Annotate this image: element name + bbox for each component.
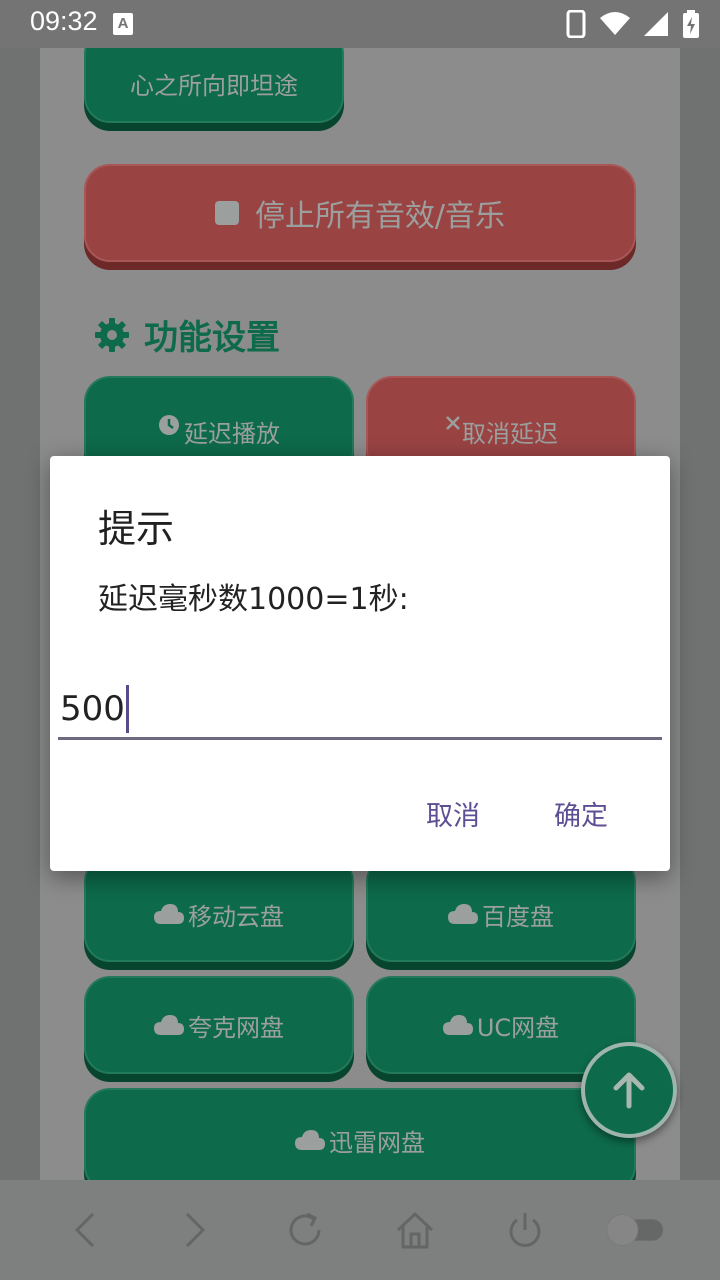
power-icon xyxy=(509,1213,541,1247)
refresh-icon xyxy=(289,1212,321,1246)
home-button[interactable] xyxy=(385,1200,445,1260)
cancel-delay-label: 取消延迟 xyxy=(462,420,558,448)
notification-a-icon: A xyxy=(113,13,133,35)
cancel-button[interactable]: 取消 xyxy=(426,794,480,833)
stop-all-label: 停止所有音效/音乐 xyxy=(254,199,506,234)
text-caret xyxy=(125,684,129,733)
bottom-nav xyxy=(0,1180,720,1280)
chevron-right-icon xyxy=(185,1212,206,1248)
chevron-left-icon xyxy=(74,1212,95,1248)
back-button[interactable] xyxy=(55,1200,115,1260)
status-time: 09:32 xyxy=(30,6,98,36)
dialog-title: 提示 xyxy=(98,507,175,551)
power-button[interactable] xyxy=(495,1200,555,1260)
cloud-icon xyxy=(154,904,184,924)
status-bar: 09:32 A xyxy=(0,0,720,48)
section-title: 功能设置 xyxy=(94,310,280,359)
delay-ms-value: 500 xyxy=(60,688,125,729)
ok-button[interactable]: 确定 xyxy=(554,794,608,833)
baidu-pan-label: 百度盘 xyxy=(482,902,554,931)
toggle-icon xyxy=(606,1214,664,1246)
scroll-top-button[interactable] xyxy=(581,1042,677,1138)
gear-icon xyxy=(95,317,129,352)
battery-charging-icon xyxy=(683,10,699,38)
dialog-message: 延迟毫秒数1000=1秒: xyxy=(98,582,409,617)
signal-icon xyxy=(644,12,668,36)
section-title-label: 功能设置 xyxy=(144,318,280,358)
top-partial-button[interactable]: 心之所向即坦途 xyxy=(84,48,344,123)
top-partial-label: 心之所向即坦途 xyxy=(130,72,298,100)
status-icons xyxy=(566,8,700,40)
delay-play-label: 延迟播放 xyxy=(184,420,280,448)
uc-pan-label: UC网盘 xyxy=(476,1013,560,1042)
phone-icon xyxy=(566,10,586,38)
close-icon xyxy=(444,414,462,432)
baidu-pan-button[interactable]: 百度盘 xyxy=(366,856,636,962)
home-icon xyxy=(396,1211,434,1249)
cloud-icon xyxy=(154,1015,184,1035)
toggle-switch[interactable] xyxy=(605,1200,665,1260)
prompt-dialog: 提示 延迟毫秒数1000=1秒: 500 取消 确定 xyxy=(50,456,670,871)
quark-pan-label: 夸克网盘 xyxy=(188,1013,284,1042)
xunlei-pan-button[interactable]: 迅雷网盘 xyxy=(84,1088,636,1180)
quark-pan-button[interactable]: 夸克网盘 xyxy=(84,976,354,1074)
delay-ms-input[interactable]: 500 xyxy=(58,680,662,740)
forward-button[interactable] xyxy=(165,1200,225,1260)
cloud-icon xyxy=(442,1015,473,1035)
clock-icon xyxy=(158,414,180,436)
refresh-button[interactable] xyxy=(275,1200,335,1260)
stop-all-button[interactable]: 停止所有音效/音乐 xyxy=(84,164,636,262)
mobile-cloud-label: 移动云盘 xyxy=(188,902,284,931)
stop-icon xyxy=(214,201,239,225)
mobile-cloud-button[interactable]: 移动云盘 xyxy=(84,856,354,962)
wifi-icon xyxy=(600,12,630,35)
arrow-up-icon xyxy=(613,1072,645,1109)
xunlei-pan-label: 迅雷网盘 xyxy=(329,1128,425,1157)
cloud-icon xyxy=(295,1130,325,1150)
cloud-icon xyxy=(448,904,478,924)
